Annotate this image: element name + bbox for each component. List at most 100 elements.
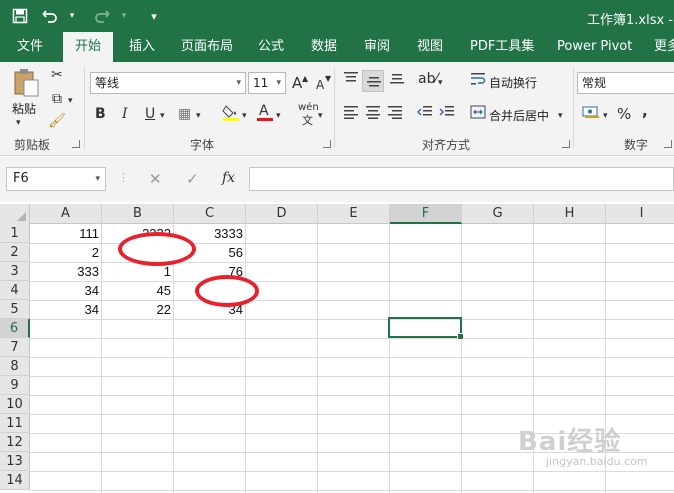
cell-a1[interactable]: 111 xyxy=(30,224,102,243)
percent-button[interactable]: % xyxy=(617,105,631,123)
row-header-11[interactable]: 11 xyxy=(0,414,30,433)
enter-button[interactable]: ✓ xyxy=(186,170,199,188)
cut-icon[interactable]: ✂ xyxy=(48,66,66,84)
column-header-c[interactable]: C xyxy=(174,204,246,224)
select-all-button[interactable] xyxy=(0,204,30,224)
align-center-icon[interactable] xyxy=(364,105,382,124)
row-header-12[interactable]: 12 xyxy=(0,433,30,452)
bold-button[interactable]: B xyxy=(95,105,106,123)
redo-icon[interactable] xyxy=(92,6,112,26)
align-bottom-icon[interactable] xyxy=(388,71,406,90)
phonetic-dropdown-icon[interactable]: ▾ xyxy=(318,107,323,125)
font-color-icon[interactable]: A xyxy=(256,102,274,127)
row-header-7[interactable]: 7 xyxy=(0,338,30,357)
row-header-5[interactable]: 5 xyxy=(0,300,30,319)
format-painter-icon[interactable]: 🖌 xyxy=(48,112,66,130)
row-header-14[interactable]: 14 xyxy=(0,471,30,490)
cell-a3[interactable]: 333 xyxy=(30,262,102,281)
row-header-4[interactable]: 4 xyxy=(0,281,30,300)
underline-button[interactable]: U xyxy=(145,105,155,123)
tab-insert[interactable]: 插入 xyxy=(129,32,155,62)
column-header-d[interactable]: D xyxy=(246,204,318,224)
tab-file[interactable]: 文件 xyxy=(17,32,43,62)
tab-data[interactable]: 数据 xyxy=(311,32,337,62)
increase-indent-icon[interactable] xyxy=(438,105,456,124)
column-header-e[interactable]: E xyxy=(318,204,390,224)
number-launcher[interactable] xyxy=(664,140,672,148)
column-header-h[interactable]: H xyxy=(534,204,606,224)
column-header-a[interactable]: A xyxy=(30,204,102,224)
border-icon[interactable]: ▦ xyxy=(178,105,191,123)
fill-dropdown-icon[interactable]: ▾ xyxy=(242,107,247,125)
cancel-button[interactable]: ✕ xyxy=(149,170,162,188)
tab-pdf-tools[interactable]: PDF工具集 xyxy=(470,32,534,62)
font-launcher[interactable] xyxy=(323,140,331,148)
currency-dropdown-icon[interactable]: ▾ xyxy=(603,107,608,125)
merge-dropdown-icon[interactable]: ▾ xyxy=(558,107,563,125)
tab-power-pivot[interactable]: Power Pivot xyxy=(557,32,632,62)
font-size-combo[interactable]: 11 ▾ xyxy=(248,72,286,94)
italic-button[interactable]: I xyxy=(122,105,128,123)
copy-icon[interactable]: ⧉ xyxy=(48,90,66,108)
row-header-10[interactable]: 10 xyxy=(0,395,30,414)
cell-b5[interactable]: 22 xyxy=(102,300,174,319)
copy-dropdown-icon[interactable]: ▾ xyxy=(68,92,73,110)
row-header-1[interactable]: 1 xyxy=(0,224,30,243)
cell-a2[interactable]: 2 xyxy=(30,243,102,262)
column-header-f[interactable]: F xyxy=(390,204,462,224)
insert-function-button[interactable]: fx xyxy=(222,170,235,186)
tab-review[interactable]: 审阅 xyxy=(364,32,390,62)
paste-icon[interactable] xyxy=(12,68,40,98)
undo-icon[interactable] xyxy=(40,6,60,26)
merge-center-label[interactable]: 合并后居中 xyxy=(489,107,549,124)
font-name-combo[interactable]: 等线 ▾ xyxy=(90,72,246,94)
name-box[interactable]: F6 ▾ xyxy=(6,167,106,191)
undo-dropdown-icon[interactable]: ▾ xyxy=(62,6,82,26)
cell-b4[interactable]: 45 xyxy=(102,281,174,300)
border-dropdown-icon[interactable]: ▾ xyxy=(196,107,201,125)
column-header-i[interactable]: I xyxy=(606,204,674,224)
paste-dropdown-icon[interactable]: ▾ xyxy=(16,114,21,132)
cell-a5[interactable]: 34 xyxy=(30,300,102,319)
row-header-8[interactable]: 8 xyxy=(0,357,30,376)
row-header-13[interactable]: 13 xyxy=(0,452,30,471)
align-left-icon[interactable] xyxy=(342,105,360,124)
orientation-dropdown-icon[interactable]: ▾ xyxy=(438,74,443,92)
underline-dropdown-icon[interactable]: ▾ xyxy=(160,107,165,125)
orientation-icon[interactable]: ab⁄ xyxy=(418,70,438,88)
row-header-3[interactable]: 3 xyxy=(0,262,30,281)
comma-button[interactable]: , xyxy=(642,102,648,120)
tab-home[interactable]: 开始 xyxy=(63,32,114,62)
fill-color-icon[interactable] xyxy=(222,102,240,127)
column-header-g[interactable]: G xyxy=(462,204,534,224)
align-right-icon[interactable] xyxy=(386,105,404,124)
font-color-dropdown-icon[interactable]: ▾ xyxy=(276,107,281,125)
currency-icon[interactable] xyxy=(582,105,600,124)
wrap-text-label[interactable]: 自动换行 xyxy=(489,74,537,91)
formula-input[interactable] xyxy=(249,167,674,191)
redo-dropdown-icon[interactable]: ▾ xyxy=(114,6,134,26)
align-top-icon[interactable] xyxy=(342,71,360,86)
grow-font-icon[interactable]: A xyxy=(292,74,302,92)
number-format-combo[interactable]: 常规 xyxy=(577,72,674,94)
tab-page-layout[interactable]: 页面布局 xyxy=(181,32,233,62)
row-header-6[interactable]: 6 xyxy=(0,319,30,338)
alignment-launcher[interactable] xyxy=(562,140,570,148)
decrease-indent-icon[interactable] xyxy=(416,105,434,124)
merge-center-icon[interactable] xyxy=(470,105,486,124)
tab-view[interactable]: 视图 xyxy=(417,32,443,62)
customize-icon[interactable]: ▾ xyxy=(144,6,164,26)
row-header-2[interactable]: 2 xyxy=(0,243,30,262)
align-middle-button[interactable] xyxy=(362,70,384,92)
shrink-arrow-icon: ▼ xyxy=(325,74,332,83)
cell-a4[interactable]: 34 xyxy=(30,281,102,300)
active-cell-f6[interactable] xyxy=(388,317,464,340)
column-header-b[interactable]: B xyxy=(102,204,174,224)
save-icon[interactable] xyxy=(10,6,30,26)
row-header-9[interactable]: 9 xyxy=(0,376,30,395)
wrap-text-icon[interactable] xyxy=(470,72,486,91)
tab-formulas[interactable]: 公式 xyxy=(258,32,284,62)
tab-more[interactable]: 更多 xyxy=(654,32,674,62)
shrink-font-icon[interactable]: A xyxy=(316,76,324,94)
clipboard-launcher[interactable] xyxy=(72,140,80,148)
